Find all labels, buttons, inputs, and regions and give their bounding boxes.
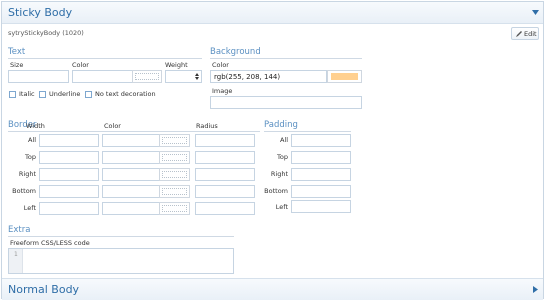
background-color-input[interactable]: rgb(255, 208, 144) <box>210 70 327 83</box>
text-section-heading: Text <box>8 47 26 57</box>
no-decoration-checkbox[interactable] <box>85 91 92 98</box>
padding-input[interactable] <box>291 200 351 213</box>
border-width-label: Width <box>26 122 45 130</box>
no-decoration-label: No text decoration <box>95 90 156 98</box>
underline-label: Underline <box>49 90 81 98</box>
padding-row-label: Left <box>275 203 288 211</box>
border-color-input[interactable] <box>102 202 162 215</box>
border-color-swatch[interactable] <box>159 134 190 147</box>
background-color-swatch[interactable] <box>327 70 362 83</box>
border-radius-label: Radius <box>196 122 218 130</box>
border-row-label: Right <box>18 170 36 178</box>
border-radius-input[interactable] <box>195 202 255 215</box>
padding-row-label: Top <box>277 153 288 161</box>
text-color-input[interactable] <box>72 70 133 83</box>
border-width-input[interactable] <box>39 151 99 164</box>
italic-checkbox[interactable] <box>9 91 16 98</box>
sticky-body-header[interactable]: Sticky Body <box>2 2 543 24</box>
selector-subtitle: sytryStickyBody (1020) <box>8 29 84 37</box>
border-color-input[interactable] <box>102 151 162 164</box>
padding-section-heading: Padding <box>264 120 298 130</box>
background-section-divider <box>210 58 362 59</box>
freeform-code-label: Freeform CSS/LESS code <box>10 239 90 247</box>
sticky-body-title: Sticky Body <box>8 6 73 19</box>
border-color-swatch[interactable] <box>159 185 190 198</box>
italic-label: Italic <box>19 90 35 98</box>
border-width-input[interactable] <box>39 185 99 198</box>
border-color-swatch[interactable] <box>159 202 190 215</box>
edit-button-label: Edit <box>524 30 537 38</box>
background-section-heading: Background <box>210 47 261 57</box>
border-color-input[interactable] <box>102 134 162 147</box>
background-image-label: Image <box>212 87 233 95</box>
border-color-input[interactable] <box>102 185 162 198</box>
pencil-icon <box>516 31 522 37</box>
padding-row-label: Right <box>270 170 288 178</box>
background-image-input[interactable] <box>210 96 362 109</box>
border-row-label: Top <box>25 153 36 161</box>
border-radius-input[interactable] <box>195 151 255 164</box>
border-color-label: Color <box>104 122 121 130</box>
border-radius-input[interactable] <box>195 168 255 181</box>
line-number: 1 <box>14 251 18 258</box>
border-width-input[interactable] <box>39 134 99 147</box>
border-radius-input[interactable] <box>195 185 255 198</box>
padding-input[interactable] <box>291 134 351 147</box>
border-radius-input[interactable] <box>195 134 255 147</box>
text-section-divider <box>8 58 202 59</box>
border-color-input[interactable] <box>102 168 162 181</box>
line-number-gutter: 1 <box>9 249 23 273</box>
edit-button[interactable]: Edit <box>511 27 539 40</box>
padding-section-divider <box>264 131 351 132</box>
text-color-label: Color <box>72 61 89 69</box>
border-row-label: Left <box>23 204 36 212</box>
padding-row-label: All <box>279 136 288 144</box>
border-width-input[interactable] <box>39 202 99 215</box>
border-section-divider <box>8 131 260 132</box>
weight-label: Weight <box>165 61 188 69</box>
padding-input[interactable] <box>291 151 351 164</box>
border-color-swatch[interactable] <box>159 168 190 181</box>
underline-checkbox[interactable] <box>39 91 46 98</box>
border-color-swatch[interactable] <box>159 151 190 164</box>
expand-arrow-icon[interactable] <box>533 286 538 293</box>
padding-input[interactable] <box>291 168 351 181</box>
text-color-swatch[interactable] <box>132 70 162 83</box>
border-row-label: All <box>27 136 36 144</box>
extra-section-divider <box>8 236 234 237</box>
border-width-input[interactable] <box>39 168 99 181</box>
padding-input[interactable] <box>291 185 351 198</box>
border-row-label: Bottom <box>12 187 36 195</box>
padding-row-label: Bottom <box>264 187 288 195</box>
swatch-fill <box>331 73 358 80</box>
style-editor-panel: Sticky Body sytryStickyBody (1020) Edit … <box>1 1 544 300</box>
code-editor[interactable]: 1 <box>8 248 234 274</box>
select-arrows-icon <box>195 73 199 80</box>
size-label: Size <box>10 61 24 69</box>
normal-body-title: Normal Body <box>8 283 80 296</box>
size-input[interactable] <box>8 70 69 83</box>
weight-select[interactable] <box>165 70 202 83</box>
normal-body-header[interactable]: Normal Body <box>2 278 543 300</box>
background-color-label: Color <box>212 61 229 69</box>
collapse-arrow-icon[interactable] <box>532 10 539 15</box>
extra-section-heading: Extra <box>8 225 31 235</box>
